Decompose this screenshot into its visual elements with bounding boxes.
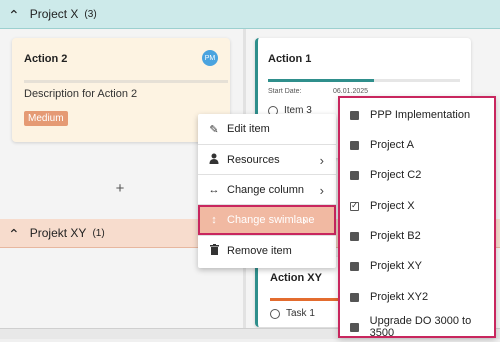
menu-item-label: Resources [227, 154, 280, 166]
avatar[interactable]: PM [202, 50, 218, 66]
context-menu: ✎ Edit item Resources › ↔ Change column … [198, 114, 336, 268]
task-radio[interactable] [270, 308, 280, 319]
task-label: Task 1 [286, 308, 315, 319]
submenu-item-label: Projekt B2 [370, 230, 421, 242]
menu-item-label: Remove item [227, 245, 292, 257]
checkbox-checked[interactable]: ✓ [350, 201, 359, 211]
submenu-item-label: Upgrade DO 3000 to 3500 [369, 315, 472, 339]
submenu-item[interactable]: Projekt B2 [340, 221, 494, 251]
submenu-item[interactable]: Project C2 [340, 160, 494, 190]
menu-item-resources[interactable]: Resources › [198, 145, 336, 175]
checkbox[interactable] [350, 261, 359, 271]
swimlane-count: (3) [84, 8, 97, 20]
checkbox[interactable] [350, 292, 359, 302]
menu-item-change-swimlane[interactable]: ↕ Change swimlane › [198, 205, 336, 235]
task-row[interactable]: Task 1 [270, 308, 315, 319]
submenu-item[interactable]: Project A [340, 130, 494, 160]
vertical-arrows-icon: ↕ [211, 214, 217, 226]
progress-fill [268, 79, 374, 82]
horizontal-arrows-icon: ↔ [208, 184, 220, 196]
start-date-value: 06.01.2025 [333, 88, 369, 95]
menu-item-remove[interactable]: Remove item [198, 236, 336, 266]
start-date-label: Start Date: [268, 88, 302, 95]
menu-item-label: Change swimlane [227, 214, 315, 226]
add-item-button[interactable]: + [113, 180, 127, 197]
swimlane-count: (1) [92, 227, 105, 239]
submenu-item[interactable]: Projekt XY2 [340, 282, 494, 312]
chevron-right-icon: › [319, 182, 324, 198]
trash-icon [207, 244, 221, 258]
menu-item-edit[interactable]: ✎ Edit item [198, 114, 336, 144]
submenu-item-label: PPP Implementation [370, 109, 471, 121]
card-divider [24, 80, 228, 83]
submenu-item[interactable]: ✓ Project X [340, 191, 494, 221]
submenu-item-label: Project X [370, 200, 415, 212]
person-icon [207, 153, 221, 167]
swimlane-title: Projekt XY [29, 226, 87, 240]
chevron-right-icon: › [319, 152, 324, 168]
submenu-item-label: Project C2 [370, 169, 422, 181]
checkbox[interactable] [350, 231, 359, 241]
swimlane-title: Project X [29, 7, 79, 21]
submenu-item[interactable]: Upgrade DO 3000 to 3500 [340, 312, 494, 342]
card-title: Action 2 [24, 53, 68, 65]
pencil-icon: ✎ [209, 123, 219, 136]
checkbox[interactable] [350, 322, 359, 332]
card-title: Action XY [270, 272, 322, 284]
card-title: Action 1 [268, 53, 312, 65]
swimlane-submenu: PPP Implementation Project A Project C2 … [338, 96, 496, 339]
menu-item-change-column[interactable]: ↔ Change column › [198, 175, 336, 205]
checkbox[interactable] [350, 170, 359, 180]
submenu-item-label: Projekt XY [370, 260, 422, 272]
chevron-up-icon[interactable]: ⌃ [8, 226, 20, 243]
chevron-right-icon: › [302, 212, 307, 228]
menu-item-label: Edit item [227, 123, 270, 135]
submenu-item-label: Project A [370, 139, 415, 151]
menu-item-label: Change column [227, 184, 305, 196]
progress-bar [268, 79, 460, 82]
chevron-up-icon[interactable]: ⌃ [8, 7, 20, 24]
checkbox[interactable] [350, 110, 359, 120]
swimlane-header-project-x[interactable]: ⌃ Project X (3) [0, 0, 500, 29]
priority-badge: Medium [24, 111, 68, 126]
checkbox[interactable] [350, 140, 359, 150]
submenu-item-label: Projekt XY2 [370, 291, 429, 303]
card-description: Description for Action 2 [24, 88, 138, 100]
submenu-item[interactable]: Projekt XY [340, 251, 494, 281]
submenu-item[interactable]: PPP Implementation [340, 100, 494, 130]
